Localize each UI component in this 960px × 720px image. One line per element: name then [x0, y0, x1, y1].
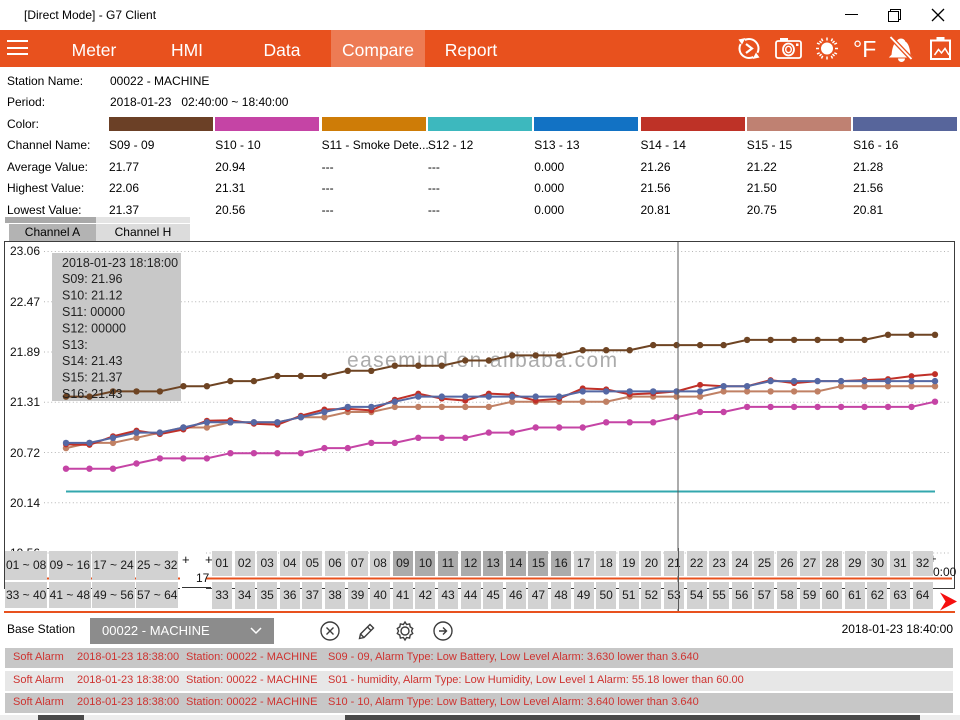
svg-text:°F: °F — [853, 36, 876, 62]
